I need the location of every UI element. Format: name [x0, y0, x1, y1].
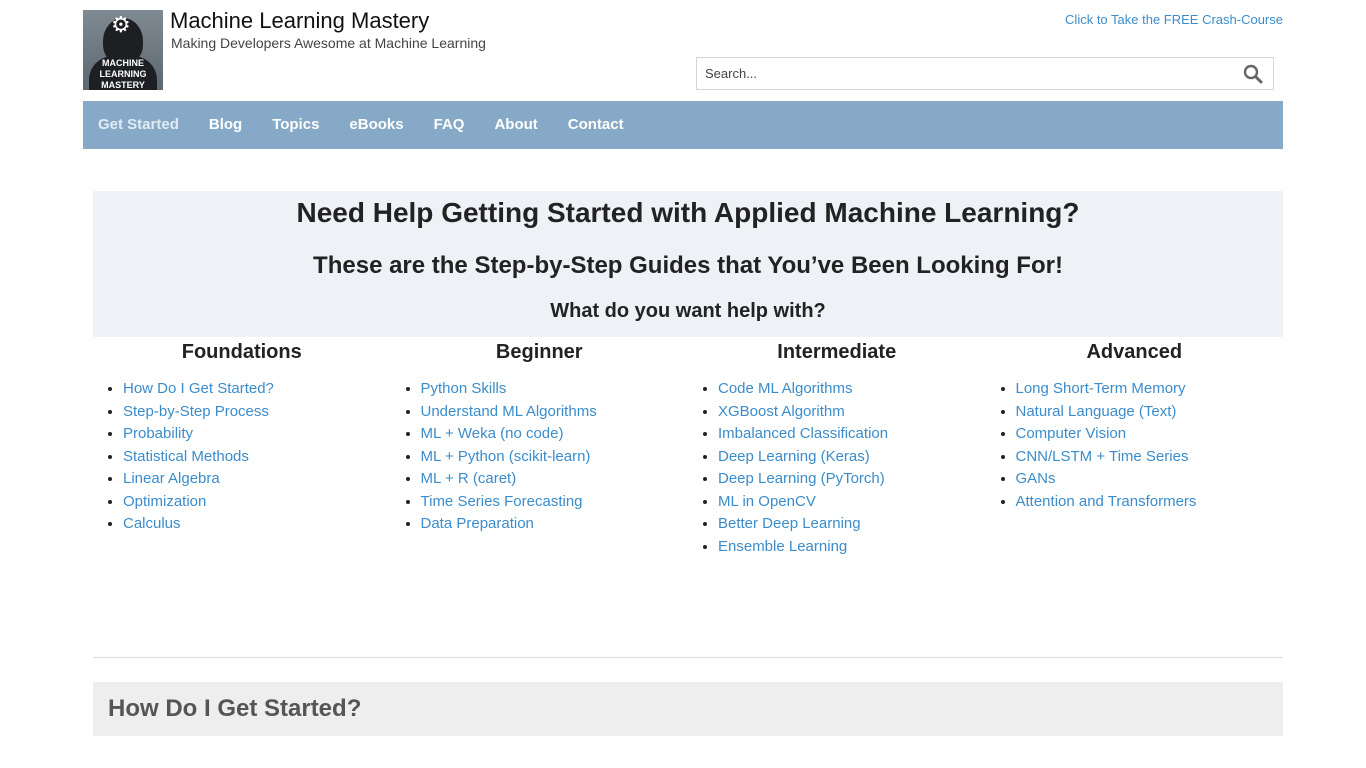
column-beginner: Beginner Python Skills Understand ML Alg… — [391, 337, 689, 558]
guide-link[interactable]: Calculus — [123, 515, 181, 532]
list-item: Ensemble Learning — [718, 536, 986, 559]
list-item: Linear Algebra — [123, 468, 391, 491]
nav-item-topics[interactable]: Topics — [257, 101, 334, 149]
logo-text: MACHINE LEARNING MASTERY — [99, 58, 147, 90]
section-title: How Do I Get Started? — [108, 695, 362, 722]
guide-link[interactable]: Optimization — [123, 493, 206, 510]
list-item: Computer Vision — [1016, 423, 1284, 446]
list-item: Probability — [123, 423, 391, 446]
guide-link[interactable]: Ensemble Learning — [718, 538, 847, 555]
hero-subtitle: These are the Step-by-Step Guides that Y… — [313, 252, 1063, 279]
column-advanced: Advanced Long Short-Term Memory Natural … — [986, 337, 1284, 558]
guide-link[interactable]: Python Skills — [421, 380, 507, 397]
gear-icon: ⚙ — [111, 12, 131, 37]
hero-banner: Need Help Getting Started with Applied M… — [93, 191, 1283, 337]
list-item: Attention and Transformers — [1016, 491, 1284, 514]
list-item: Natural Language (Text) — [1016, 401, 1284, 424]
guide-link[interactable]: ML + Weka (no code) — [421, 425, 564, 442]
guide-columns: Foundations How Do I Get Started? Step-b… — [93, 337, 1283, 558]
guide-link[interactable]: Deep Learning (Keras) — [718, 448, 870, 465]
nav-item-faq[interactable]: FAQ — [419, 101, 480, 149]
section-header: How Do I Get Started? — [93, 682, 1283, 736]
column-heading: Advanced — [1086, 341, 1183, 363]
list-item: Calculus — [123, 513, 391, 536]
list-item: CNN/LSTM + Time Series — [1016, 446, 1284, 469]
list-item: Python Skills — [421, 378, 689, 401]
nav-item-about[interactable]: About — [479, 101, 552, 149]
list-item: How Do I Get Started? — [123, 378, 391, 401]
column-heading: Intermediate — [777, 341, 897, 363]
guide-link[interactable]: CNN/LSTM + Time Series — [1016, 448, 1189, 465]
guide-link[interactable]: ML in OpenCV — [718, 493, 816, 510]
crash-course-link[interactable]: Click to Take the FREE Crash-Course — [1065, 12, 1283, 27]
list-item: Deep Learning (Keras) — [718, 446, 986, 469]
list-item: Time Series Forecasting — [421, 491, 689, 514]
list-item: ML in OpenCV — [718, 491, 986, 514]
list-item: Long Short-Term Memory — [1016, 378, 1284, 401]
guide-link[interactable]: Imbalanced Classification — [718, 425, 888, 442]
list-item: Imbalanced Classification — [718, 423, 986, 446]
column-heading: Foundations — [181, 341, 302, 363]
guide-link[interactable]: Data Preparation — [421, 515, 534, 532]
guide-link[interactable]: Linear Algebra — [123, 470, 220, 487]
link-list: Code ML Algorithms XGBoost Algorithm Imb… — [688, 378, 986, 558]
guide-link[interactable]: Better Deep Learning — [718, 515, 861, 532]
guide-link[interactable]: Deep Learning (PyTorch) — [718, 470, 885, 487]
guide-link[interactable]: Natural Language (Text) — [1016, 403, 1177, 420]
guide-link[interactable]: ML + R (caret) — [421, 470, 517, 487]
guide-link[interactable]: GANs — [1016, 470, 1056, 487]
nav-item-contact[interactable]: Contact — [553, 101, 639, 149]
site-title[interactable]: Machine Learning Mastery — [170, 8, 429, 34]
section-divider — [93, 657, 1283, 658]
list-item: ML + R (caret) — [421, 468, 689, 491]
guide-link[interactable]: Time Series Forecasting — [421, 493, 583, 510]
list-item: Data Preparation — [421, 513, 689, 536]
list-item: Step-by-Step Process — [123, 401, 391, 424]
guide-link[interactable]: XGBoost Algorithm — [718, 403, 845, 420]
guide-link[interactable]: Understand ML Algorithms — [421, 403, 597, 420]
column-intermediate: Intermediate Code ML Algorithms XGBoost … — [688, 337, 986, 558]
main-nav: Get Started Blog Topics eBooks FAQ About… — [83, 101, 1283, 149]
guide-link[interactable]: Computer Vision — [1016, 425, 1127, 442]
link-list: Python Skills Understand ML Algorithms M… — [391, 378, 689, 536]
hero-title: Need Help Getting Started with Applied M… — [296, 197, 1080, 228]
list-item: ML + Weka (no code) — [421, 423, 689, 446]
guide-link[interactable]: Long Short-Term Memory — [1016, 380, 1186, 397]
hero-question: What do you want help with? — [550, 300, 826, 322]
guide-link[interactable]: Statistical Methods — [123, 448, 249, 465]
site-logo[interactable]: ⚙ MACHINE LEARNING MASTERY — [83, 10, 163, 90]
link-list: Long Short-Term Memory Natural Language … — [986, 378, 1284, 513]
guide-link[interactable]: Code ML Algorithms — [718, 380, 853, 397]
guide-link[interactable]: Probability — [123, 425, 193, 442]
site-tagline: Making Developers Awesome at Machine Lea… — [171, 35, 486, 51]
list-item: Statistical Methods — [123, 446, 391, 469]
list-item: XGBoost Algorithm — [718, 401, 986, 424]
list-item: Understand ML Algorithms — [421, 401, 689, 424]
nav-item-get-started[interactable]: Get Started — [83, 101, 194, 149]
column-foundations: Foundations How Do I Get Started? Step-b… — [93, 337, 391, 558]
list-item: Code ML Algorithms — [718, 378, 986, 401]
guide-link[interactable]: ML + Python (scikit-learn) — [421, 448, 591, 465]
nav-item-blog[interactable]: Blog — [194, 101, 257, 149]
guide-link[interactable]: Attention and Transformers — [1016, 493, 1197, 510]
list-item: GANs — [1016, 468, 1284, 491]
guide-link[interactable]: Step-by-Step Process — [123, 403, 269, 420]
list-item: Optimization — [123, 491, 391, 514]
search-input[interactable] — [697, 58, 1237, 89]
guide-link[interactable]: How Do I Get Started? — [123, 380, 274, 397]
link-list: How Do I Get Started? Step-by-Step Proce… — [93, 378, 391, 536]
list-item: ML + Python (scikit-learn) — [421, 446, 689, 469]
search-button[interactable] — [1243, 64, 1265, 84]
list-item: Better Deep Learning — [718, 513, 986, 536]
search-box — [696, 57, 1274, 90]
search-icon — [1243, 64, 1263, 84]
list-item: Deep Learning (PyTorch) — [718, 468, 986, 491]
nav-item-ebooks[interactable]: eBooks — [334, 101, 418, 149]
column-heading: Beginner — [495, 341, 583, 363]
